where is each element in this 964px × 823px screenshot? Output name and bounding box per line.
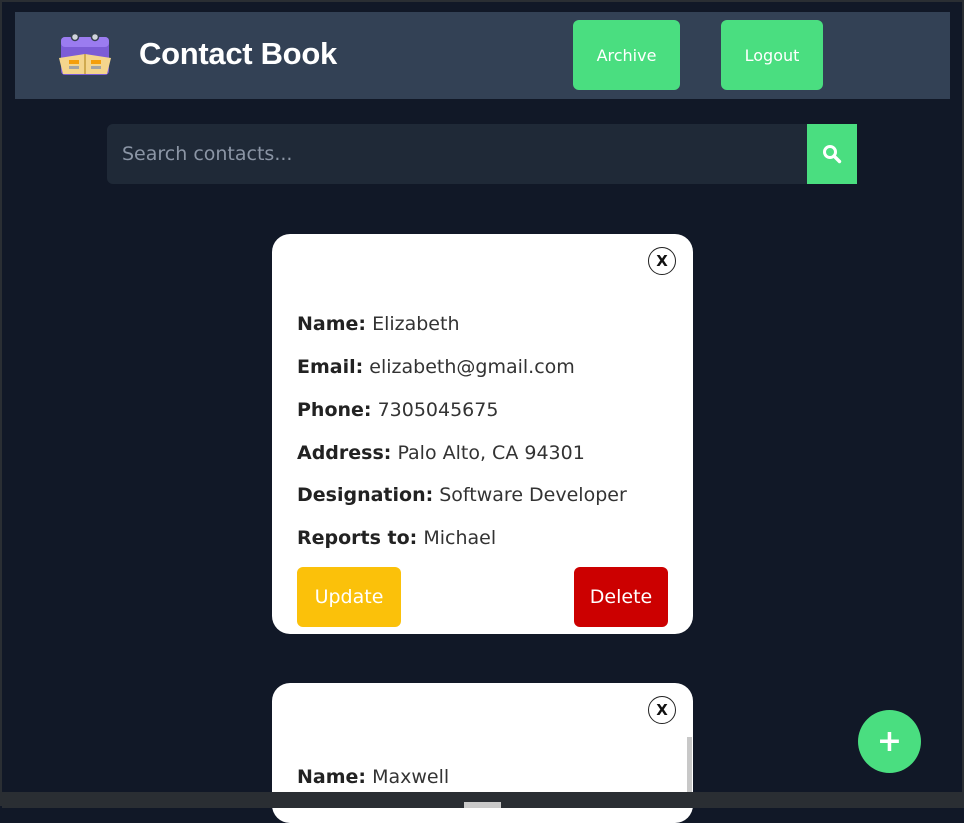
- close-card-button[interactable]: X: [648, 247, 676, 275]
- name-label: Name:: [297, 766, 367, 788]
- reports-to-value: Michael: [423, 527, 497, 549]
- reports-to-label: Reports to:: [297, 527, 418, 549]
- contact-email-field: Email: elizabeth@gmail.com: [297, 356, 575, 378]
- scroll-handle[interactable]: [464, 802, 501, 808]
- app-frame: Contact Book Archive Logout X Name: Eliz…: [2, 2, 964, 823]
- update-button[interactable]: Update: [297, 567, 401, 627]
- contact-address-field: Address: Palo Alto, CA 94301: [297, 442, 585, 464]
- name-value: Maxwell: [372, 766, 450, 788]
- phone-label: Phone:: [297, 399, 372, 421]
- designation-label: Designation:: [297, 484, 434, 506]
- logout-button[interactable]: Logout: [721, 20, 823, 90]
- navbar: Contact Book Archive Logout: [15, 12, 950, 99]
- phone-value: 7305045675: [377, 399, 499, 421]
- contact-card: X Name: Elizabeth Email: elizabeth@gmail…: [272, 234, 693, 634]
- search-bar: [107, 124, 857, 184]
- contact-name-field: Name: Elizabeth: [297, 313, 459, 335]
- card-scrollbar[interactable]: [687, 737, 692, 797]
- search-input[interactable]: [107, 124, 807, 184]
- contact-name-field: Name: Maxwell: [297, 766, 449, 788]
- plus-icon: +: [876, 724, 903, 759]
- name-label: Name:: [297, 313, 367, 335]
- contact-phone-field: Phone: 7305045675: [297, 399, 498, 421]
- contact-reports-to-field: Reports to: Michael: [297, 527, 496, 549]
- search-button[interactable]: [807, 124, 857, 184]
- archive-button[interactable]: Archive: [573, 20, 680, 90]
- search-icon: [823, 145, 842, 164]
- add-contact-button[interactable]: +: [858, 710, 921, 773]
- delete-button[interactable]: Delete: [574, 567, 668, 627]
- calendar-book-logo-icon: [59, 32, 111, 75]
- address-value: Palo Alto, CA 94301: [397, 442, 585, 464]
- email-value: elizabeth@gmail.com: [369, 356, 575, 378]
- close-card-button[interactable]: X: [648, 696, 676, 724]
- contact-designation-field: Designation: Software Developer: [297, 484, 627, 506]
- designation-value: Software Developer: [439, 484, 627, 506]
- address-label: Address:: [297, 442, 392, 464]
- email-label: Email:: [297, 356, 364, 378]
- app-title: Contact Book: [139, 36, 337, 71]
- name-value: Elizabeth: [372, 313, 460, 335]
